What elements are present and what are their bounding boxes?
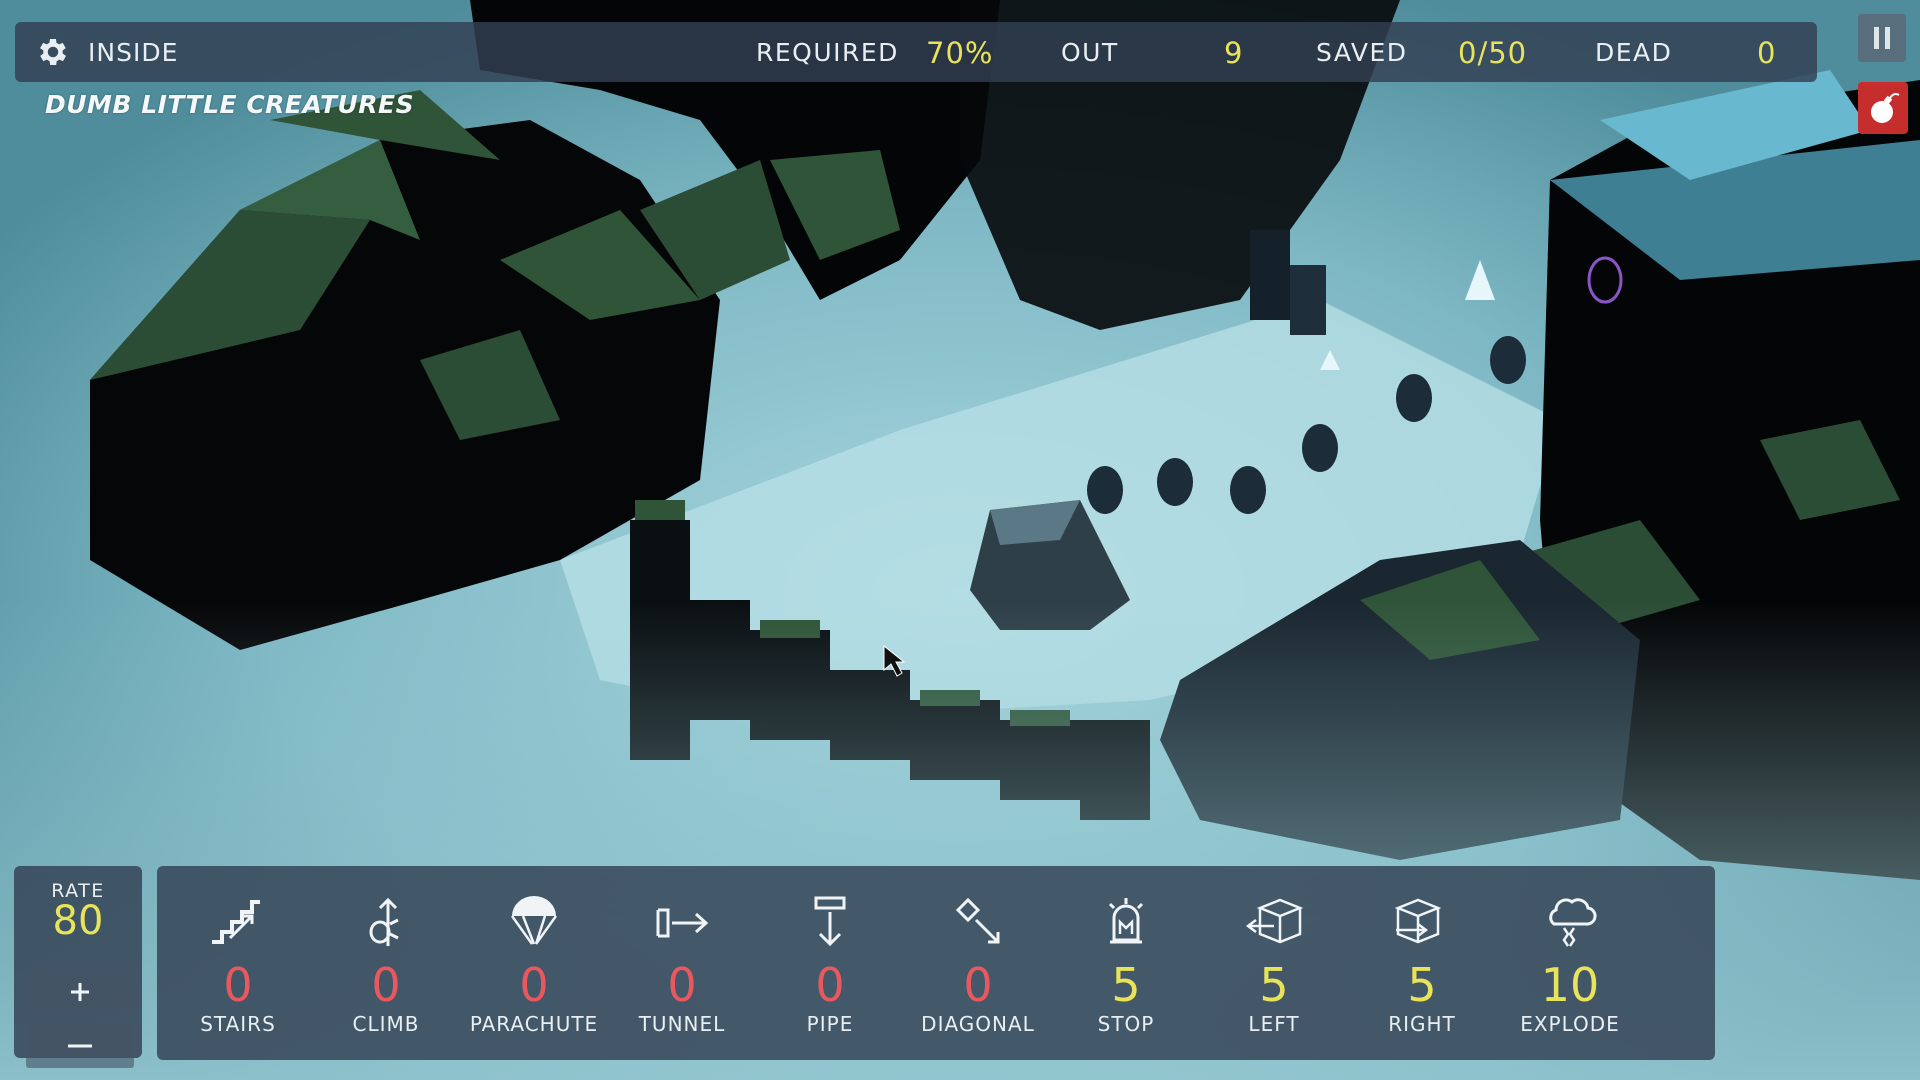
skill-tunnel[interactable]: 0 TUNNEL: [608, 866, 756, 1060]
stop-icon: [1108, 898, 1144, 944]
rate-increase-button[interactable]: [26, 970, 134, 1014]
skill-diagonal-label: DIAGONAL: [921, 1012, 1035, 1036]
skill-right-label: RIGHT: [1388, 1012, 1456, 1036]
saved-value: 0/50: [1458, 36, 1528, 70]
game-title: DUMB LITTLE CREATURES: [45, 90, 415, 119]
bomb-icon: [1871, 93, 1900, 123]
skill-explode-count: 10: [1540, 958, 1600, 1012]
skill-diagonal-count: 0: [963, 958, 993, 1012]
right-icon: [1394, 898, 1442, 944]
required-value: 70%: [926, 36, 994, 70]
skill-right-count: 5: [1407, 958, 1437, 1012]
skill-parachute-count: 0: [519, 958, 549, 1012]
pause-button[interactable]: [1858, 14, 1906, 62]
skill-explode[interactable]: 10 EXPLODE: [1496, 866, 1644, 1060]
skills-panel: 0 STAIRS 0 CLIMB 0 PARACHUTE 0 TUNNEL 0 …: [157, 866, 1715, 1060]
skill-stop-label: STOP: [1097, 1012, 1155, 1036]
hud-bar: INSIDE REQUIRED 70% OUT 9 SAVED 0/50 DEA…: [15, 22, 1817, 82]
skill-stairs[interactable]: 0 STAIRS: [164, 866, 312, 1060]
tunnel-icon: [656, 908, 709, 938]
pipe-icon: [814, 896, 846, 947]
rate-value: 80: [52, 898, 104, 944]
level-name: INSIDE: [88, 38, 179, 67]
explode-icon: [1549, 898, 1597, 947]
skill-stairs-count: 0: [223, 958, 253, 1012]
skill-explode-label: EXPLODE: [1520, 1012, 1620, 1036]
skill-left-count: 5: [1259, 958, 1289, 1012]
parachute-icon: [510, 896, 558, 945]
skill-tunnel-label: TUNNEL: [638, 1012, 726, 1036]
required-label: REQUIRED: [756, 38, 899, 67]
skill-climb[interactable]: 0 CLIMB: [312, 866, 460, 1060]
skill-climb-label: CLIMB: [352, 1012, 420, 1036]
skill-pipe-count: 0: [815, 958, 845, 1012]
skill-stop-count: 5: [1111, 958, 1141, 1012]
dead-value: 0: [1757, 36, 1777, 70]
skill-diagonal[interactable]: 0 DIAGONAL: [904, 866, 1052, 1060]
skill-left-label: LEFT: [1248, 1012, 1300, 1036]
skill-pipe[interactable]: 0 PIPE: [756, 866, 904, 1060]
skill-climb-count: 0: [371, 958, 401, 1012]
skill-right[interactable]: 5 RIGHT: [1348, 866, 1496, 1060]
nuke-button[interactable]: [1858, 82, 1908, 134]
skill-stop[interactable]: 5 STOP: [1052, 866, 1200, 1060]
out-label: OUT: [1061, 38, 1119, 67]
skill-parachute-label: PARACHUTE: [469, 1012, 599, 1036]
skill-pipe-label: PIPE: [806, 1012, 854, 1036]
stairs-icon: [212, 900, 260, 944]
plus-icon: [71, 983, 89, 1001]
gear-icon[interactable]: [35, 34, 71, 70]
skill-left[interactable]: 5 LEFT: [1200, 866, 1348, 1060]
rate-panel: RATE 80: [14, 866, 142, 1068]
skill-tunnel-count: 0: [667, 958, 697, 1012]
skill-parachute[interactable]: 0 PARACHUTE: [460, 866, 608, 1060]
rate-decrease-button[interactable]: [26, 1024, 134, 1068]
climb-icon: [369, 897, 399, 946]
out-value: 9: [1224, 36, 1244, 70]
dead-label: DEAD: [1595, 38, 1673, 67]
saved-label: SAVED: [1316, 38, 1408, 67]
pause-icon: [1874, 27, 1879, 49]
left-icon: [1245, 898, 1304, 944]
diagonal-icon: [955, 897, 1000, 944]
minus-icon: [68, 1044, 92, 1048]
skill-stairs-label: STAIRS: [200, 1012, 276, 1036]
